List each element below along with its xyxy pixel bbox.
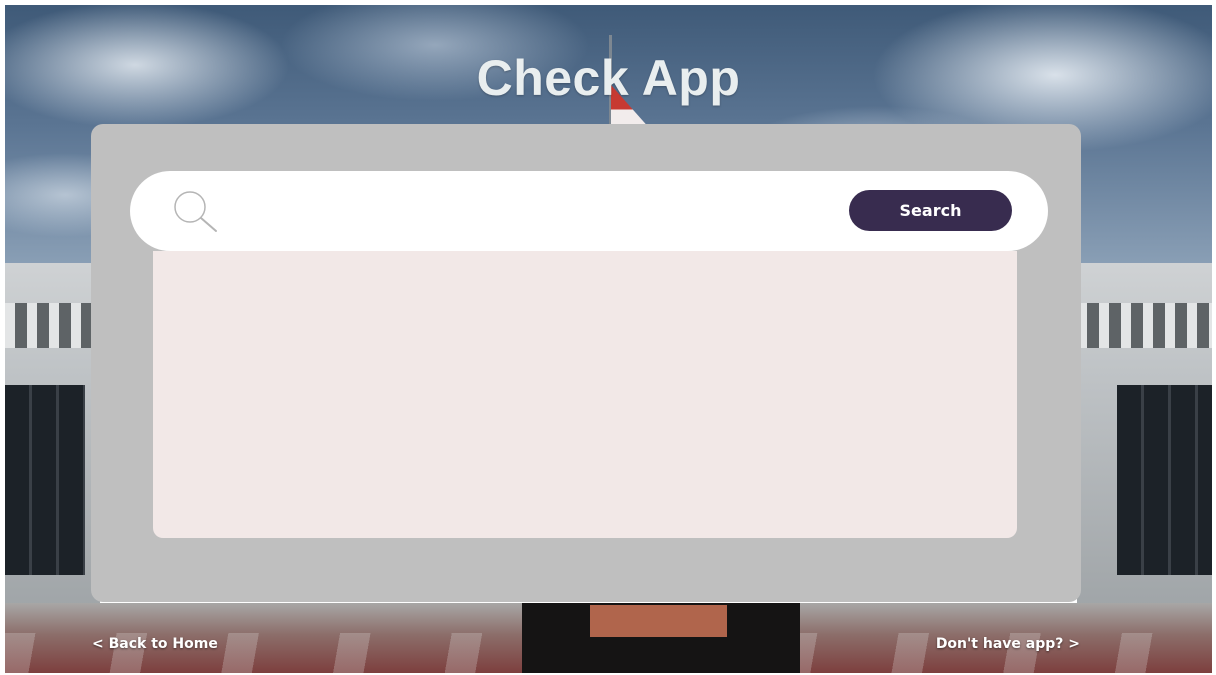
app-frame: Check App Search < Back to Home Don't ha… bbox=[5, 5, 1212, 673]
results-area bbox=[153, 251, 1017, 538]
page-title: Check App bbox=[476, 50, 741, 106]
background-facade-fins-right bbox=[1077, 303, 1212, 348]
background-windows-left bbox=[5, 385, 85, 575]
search-panel: Search bbox=[91, 124, 1081, 602]
search-button[interactable]: Search bbox=[849, 190, 1012, 231]
dont-have-app-link[interactable]: Don't have app? > bbox=[936, 636, 1080, 652]
background-windows-right bbox=[1117, 385, 1212, 575]
background-facade-fins-left bbox=[5, 303, 100, 348]
background-plaque bbox=[590, 605, 727, 637]
back-to-home-link[interactable]: < Back to Home bbox=[92, 636, 218, 652]
search-icon bbox=[170, 189, 220, 235]
search-input[interactable] bbox=[230, 193, 834, 231]
search-bar: Search bbox=[130, 171, 1048, 251]
